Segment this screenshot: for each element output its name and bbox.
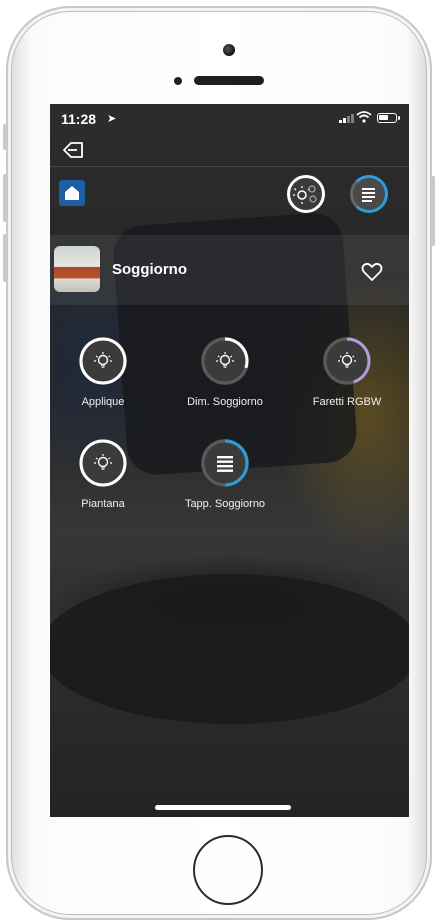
device-tile[interactable]: Faretti RGBW	[292, 336, 402, 408]
status-time: 11:28	[61, 111, 97, 127]
shutters-scene-button[interactable]	[350, 175, 388, 213]
home-button[interactable]	[59, 180, 85, 206]
device-toggle-button[interactable]	[200, 336, 250, 386]
bulb-icon	[323, 337, 371, 385]
cellular-signal-icon	[339, 114, 354, 123]
room-title: Soggiorno	[112, 261, 187, 278]
device-tile[interactable]: Tapp. Soggiorno	[170, 438, 280, 510]
earpiece-speaker	[194, 76, 264, 85]
room-thumbnail	[54, 246, 100, 292]
shutters-scene-icon	[362, 188, 375, 202]
device-tile[interactable]: Applique	[50, 336, 158, 408]
device-label: Tapp. Soggiorno	[184, 498, 266, 510]
room-header[interactable]: Soggiorno	[50, 235, 409, 305]
volume-up-button	[3, 174, 7, 222]
lights-scene-icon	[293, 185, 317, 204]
wifi-icon	[356, 111, 372, 123]
device-tile[interactable]: Piantana	[50, 438, 158, 510]
header-divider	[50, 166, 409, 167]
device-tile[interactable]: Dim. Soggiorno	[170, 336, 280, 408]
bulb-icon	[79, 337, 127, 385]
proximity-sensor	[174, 77, 182, 85]
mute-switch	[3, 124, 7, 150]
home-indicator[interactable]	[155, 805, 291, 810]
house-icon	[65, 186, 79, 200]
volume-down-button	[3, 234, 7, 282]
device-toggle-button[interactable]	[78, 336, 128, 386]
battery-icon	[377, 113, 400, 123]
power-button	[431, 176, 435, 246]
device-label: Faretti RGBW	[312, 396, 382, 408]
device-toggle-button[interactable]	[200, 438, 250, 488]
bulb-icon	[201, 337, 249, 385]
app-screen: 11:28 ➤ Soggiorno Applique Dim. Soggiorn…	[50, 104, 409, 817]
status-bar: 11:28 ➤	[50, 104, 409, 132]
heart-icon[interactable]	[361, 262, 383, 282]
device-toggle-button[interactable]	[78, 438, 128, 488]
back-home-icon[interactable]	[62, 141, 84, 159]
device-toggle-button[interactable]	[322, 336, 372, 386]
device-label: Piantana	[81, 498, 125, 510]
bulb-icon	[79, 439, 127, 487]
device-label: Dim. Soggiorno	[187, 396, 263, 408]
front-camera	[223, 44, 235, 56]
hardware-home-button[interactable]	[193, 835, 263, 905]
lights-scene-button[interactable]	[287, 175, 325, 213]
shutter-icon	[201, 439, 249, 487]
location-arrow-icon: ➤	[107, 113, 117, 125]
device-label: Applique	[81, 396, 125, 408]
